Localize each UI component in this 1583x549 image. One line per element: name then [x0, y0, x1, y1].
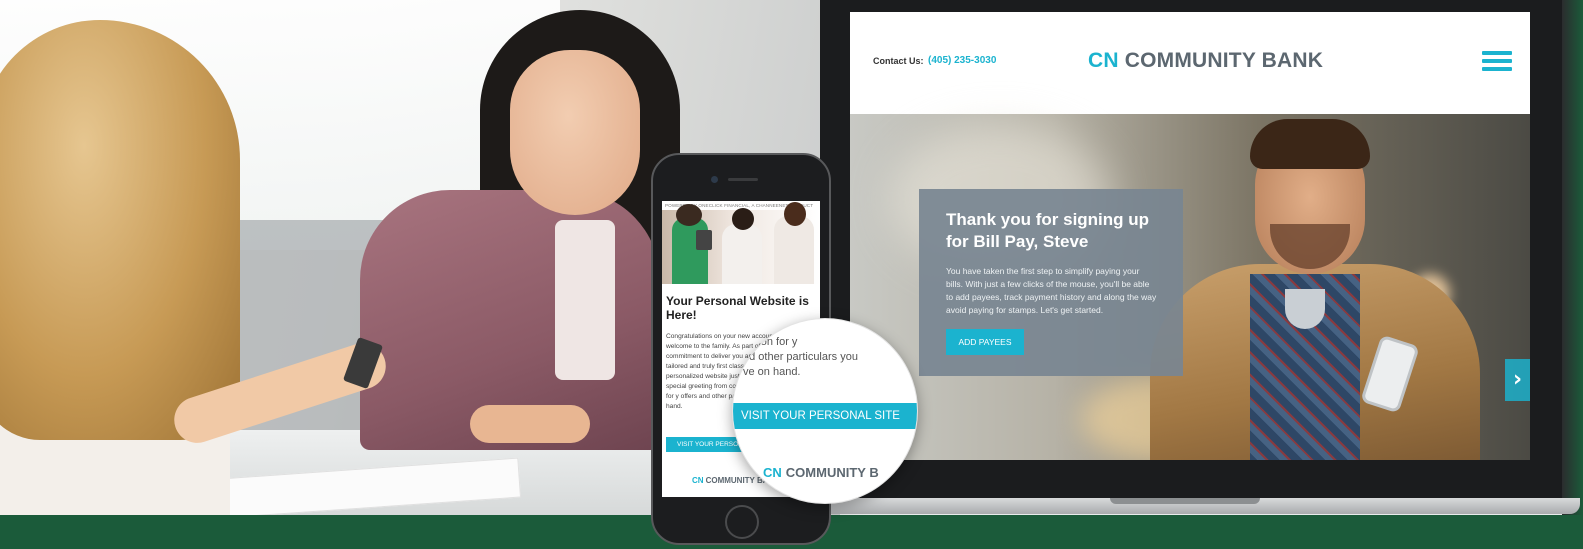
contact-label: Contact Us: — [873, 56, 924, 66]
mobile-title: Your Personal Website is Here! — [666, 294, 809, 322]
banker-blouse — [555, 220, 615, 380]
magnified-bank-logo: CN COMMUNITY B — [763, 465, 879, 480]
magnified-visit-button[interactable]: VISIT YOUR PERSONAL SITE — [733, 403, 917, 429]
person-head — [676, 204, 702, 226]
promo-body: You have taken the first step to simplif… — [946, 266, 1157, 315]
promo-title: Thank you for signing up for Bill Pay, S… — [946, 210, 1150, 251]
hamburger-line — [1482, 67, 1512, 71]
logo-cn: CN — [692, 476, 704, 485]
laptop: Contact Us: (405) 235-3030 CN COMMUNITY B… — [810, 0, 1583, 520]
hamburger-line — [1482, 51, 1512, 55]
site-header: Contact Us: (405) 235-3030 CN COMMUNITY B… — [850, 12, 1530, 114]
home-button[interactable] — [725, 505, 759, 539]
person-figure — [672, 218, 708, 284]
hamburger-line — [1482, 59, 1512, 63]
laptop-screen: Contact Us: (405) 235-3030 CN COMMUNITY B… — [850, 12, 1530, 460]
logo-cn: CN — [763, 465, 782, 480]
laptop-edge — [1562, 0, 1583, 515]
laptop-notch — [1110, 498, 1260, 504]
magnified-line: ve on hand. — [743, 366, 801, 378]
bank-logo[interactable]: CN COMMUNITY BANK — [1088, 49, 1323, 73]
camera-icon — [711, 176, 718, 183]
banker-hand — [470, 405, 590, 443]
hamburger-icon[interactable] — [1482, 51, 1512, 75]
mobile-hero-image — [662, 202, 820, 284]
add-payees-button[interactable]: ADD PAYEES — [946, 329, 1024, 355]
person-head — [784, 202, 806, 226]
speaker-grille — [728, 178, 758, 181]
person-figure — [774, 216, 814, 284]
contact-phone-link[interactable]: (405) 235-3030 — [928, 55, 996, 66]
customer-hair — [0, 20, 240, 440]
logo-name: COMMUNITY B — [785, 465, 879, 480]
chevron-right-icon[interactable]: › — [1505, 359, 1530, 401]
promo-panel: Thank you for signing up for Bill Pay, S… — [919, 189, 1183, 376]
banker-face — [510, 50, 640, 215]
magnified-line: nd other particulars you — [743, 351, 858, 363]
magnified-text: nation for y nd other particulars you ve… — [743, 335, 858, 380]
tablet-device — [696, 230, 712, 250]
person-figure — [722, 224, 762, 284]
magnifier-callout: nation for y nd other particulars you ve… — [732, 318, 918, 504]
man-hair — [1250, 119, 1370, 169]
man-tee — [1285, 289, 1325, 329]
hero-banner: Thank you for signing up for Bill Pay, S… — [850, 114, 1530, 460]
person-head — [732, 208, 754, 230]
logo-cn: CN — [1088, 49, 1119, 72]
logo-name: COMMUNITY BANK — [1124, 49, 1324, 72]
magnified-line: nation for y — [743, 336, 798, 348]
